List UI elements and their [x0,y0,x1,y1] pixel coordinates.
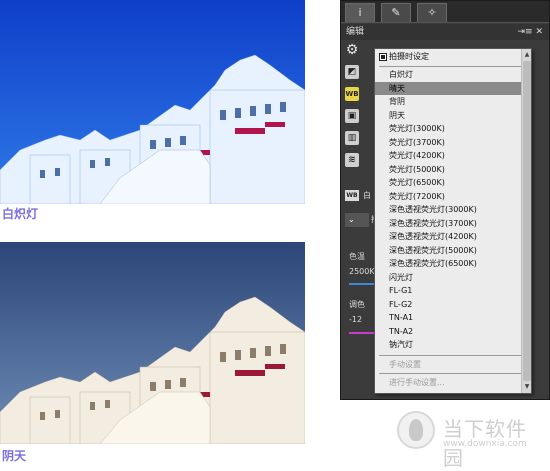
info-icon: i [358,6,362,19]
panel-tab-bar: i ✎ ✧ [341,1,549,23]
temp-label: 色温 [349,252,365,261]
wb-row-label: 白 [363,191,371,200]
white-balance-icon[interactable]: WB [345,87,359,101]
tab-info[interactable]: i [345,3,375,22]
menu-item-14[interactable]: 深色透视荧光灯(6500K) [375,257,531,271]
noise-reduction-icon[interactable]: ≋ [345,153,359,167]
menu-item-0[interactable]: 白炽灯 [375,68,531,82]
temp-value: 2500K [349,267,375,276]
menu-item-7[interactable]: 荧光灯(5000K) [375,163,531,177]
magic-wand-icon: ✧ [427,6,437,19]
menu-item-18[interactable]: TN-A1 [375,311,531,325]
menu-item-3[interactable]: 阴天 [375,109,531,123]
menu-item-list: 白炽灯 晴天 背阴 阴天 荧光灯(3000K) 荧光灯(3700K) 荧光灯(4200K) 荧… [375,68,531,352]
menu-item-17[interactable]: FL-G2 [375,298,531,312]
tab-edit[interactable]: ✎ [381,3,411,22]
menu-item-12[interactable]: 深色透视荧光灯(4200K) [375,230,531,244]
scroll-thumb[interactable] [523,61,531,381]
white-balance-menu: 拍摄时设定 白炽灯 晴天 背阴 阴天 荧光灯(3000K) 荧光灯(3700K) 荧光灯(4… [374,48,532,394]
gear-icon[interactable]: ⚙ [345,43,359,57]
menu-item-manual-setup: 进行手动设置... [389,378,445,387]
tool-icon-column: ⚙ ◩ WB ▣ ▥ ≋ [345,43,363,175]
menu-item-5[interactable]: 荧光灯(3700K) [375,136,531,150]
menu-divider [379,373,525,374]
tint-slider[interactable] [349,332,375,334]
menu-item-8[interactable]: 荧光灯(6500K) [375,176,531,190]
levels-icon[interactable]: ▥ [345,131,359,145]
watermark: 当下软件园 www.downxia.com [397,405,547,470]
tint-label: 调色 [349,300,365,309]
tab-magic[interactable]: ✧ [417,3,447,22]
menu-item-shooting-setting[interactable]: 拍摄时设定 [375,49,531,65]
temp-slider[interactable] [349,283,375,285]
caption-incandescent: 白炽灯 [2,207,39,221]
watermark-logo-icon [397,411,435,449]
picture-control-icon[interactable]: ▣ [345,109,359,123]
edit-icon: ✎ [391,6,401,19]
menu-item-16[interactable]: FL-G1 [375,284,531,298]
panel-title: 编辑 [346,27,365,37]
menu-item-19[interactable]: TN-A2 [375,325,531,339]
menu-item-4[interactable]: 荧光灯(3000K) [375,122,531,136]
wb-mode-select[interactable]: ⌄ [345,213,369,227]
watermark-url: www.downxia.com [443,439,527,449]
tint-value: -12 [349,315,363,324]
panel-controls[interactable]: ⇥≡ ✕ [518,24,543,40]
menu-item-11[interactable]: 深色透视荧光灯(3700K) [375,217,531,231]
chevron-down-icon: ⌄ [348,215,355,224]
menu-item-2[interactable]: 背阴 [375,95,531,109]
wb-badge-icon: WB [345,190,359,201]
panel-header: 编辑 ⇥≡ ✕ [341,24,549,40]
menu-item-15[interactable]: 闪光灯 [375,271,531,285]
menu-item-20[interactable]: 钠汽灯 [375,338,531,352]
menu-divider [379,66,525,67]
menu-scrollbar[interactable]: ▲ ▼ [521,49,531,393]
photo-incandescent-preview [0,0,305,204]
scroll-up-icon[interactable]: ▲ [523,51,531,59]
checkbox-icon [379,53,387,61]
menu-item-manual: 手动设置 [389,360,421,369]
scroll-down-icon[interactable]: ▼ [523,383,531,391]
caption-cloudy: 阴天 [2,449,27,463]
photo-cloudy-preview [0,242,305,444]
menu-item-9[interactable]: 荧光灯(7200K) [375,190,531,204]
exposure-icon[interactable]: ◩ [345,65,359,79]
menu-item-10[interactable]: 深色透视荧光灯(3000K) [375,203,531,217]
menu-item-13[interactable]: 深色透视荧光灯(5000K) [375,244,531,258]
menu-item-6[interactable]: 荧光灯(4200K) [375,149,531,163]
menu-divider [379,355,525,356]
menu-item-1[interactable]: 晴天 [375,81,531,95]
